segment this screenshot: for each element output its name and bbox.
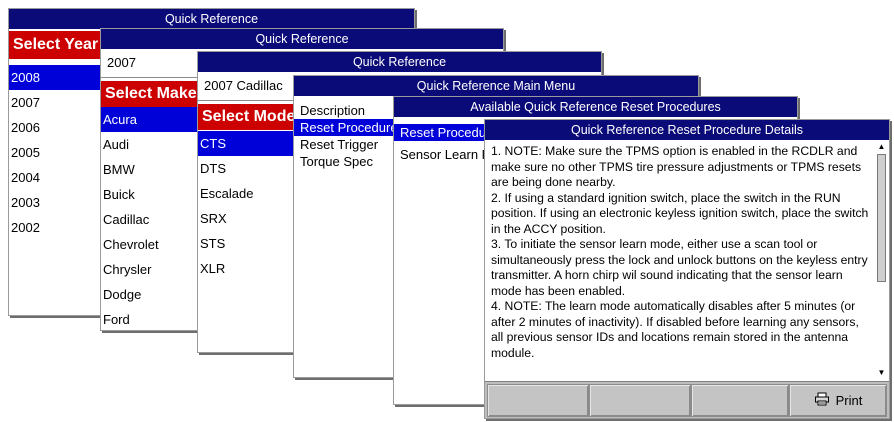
window-title: Quick Reference	[198, 52, 601, 72]
procedure-step: 2. If using a standard ignition switch, …	[491, 190, 869, 236]
window-title: Quick Reference Reset Procedure Details	[485, 120, 889, 140]
details-scrollbar[interactable]: ▲ ▼	[876, 142, 887, 378]
window-title: Quick Reference	[101, 29, 503, 49]
print-button[interactable]: Print	[789, 384, 887, 417]
procedure-step: 3. To initiate the sensor learn mode, ei…	[491, 237, 868, 298]
printer-icon	[814, 386, 830, 417]
button-bar: Print	[485, 381, 889, 418]
procedure-step: 1. NOTE: Make sure the TPMS option is en…	[491, 144, 862, 189]
blank-button-3[interactable]	[691, 384, 789, 417]
print-label: Print	[835, 393, 863, 408]
scroll-down-arrow[interactable]: ▼	[876, 368, 887, 378]
procedure-details-window: Quick Reference Reset Procedure Details …	[484, 119, 890, 419]
window-title: Available Quick Reference Reset Procedur…	[394, 97, 797, 117]
scroll-thumb[interactable]	[877, 154, 886, 282]
blank-button-2[interactable]	[589, 384, 691, 417]
blank-button-1[interactable]	[487, 384, 589, 417]
window-title: Quick Reference Main Menu	[294, 76, 698, 96]
procedure-step: 4. NOTE: The learn mode automatically di…	[491, 299, 859, 360]
procedure-details-text: 1. NOTE: Make sure the TPMS option is en…	[491, 144, 871, 376]
window-title: Quick Reference	[9, 9, 414, 29]
scroll-up-arrow[interactable]: ▲	[876, 142, 887, 152]
